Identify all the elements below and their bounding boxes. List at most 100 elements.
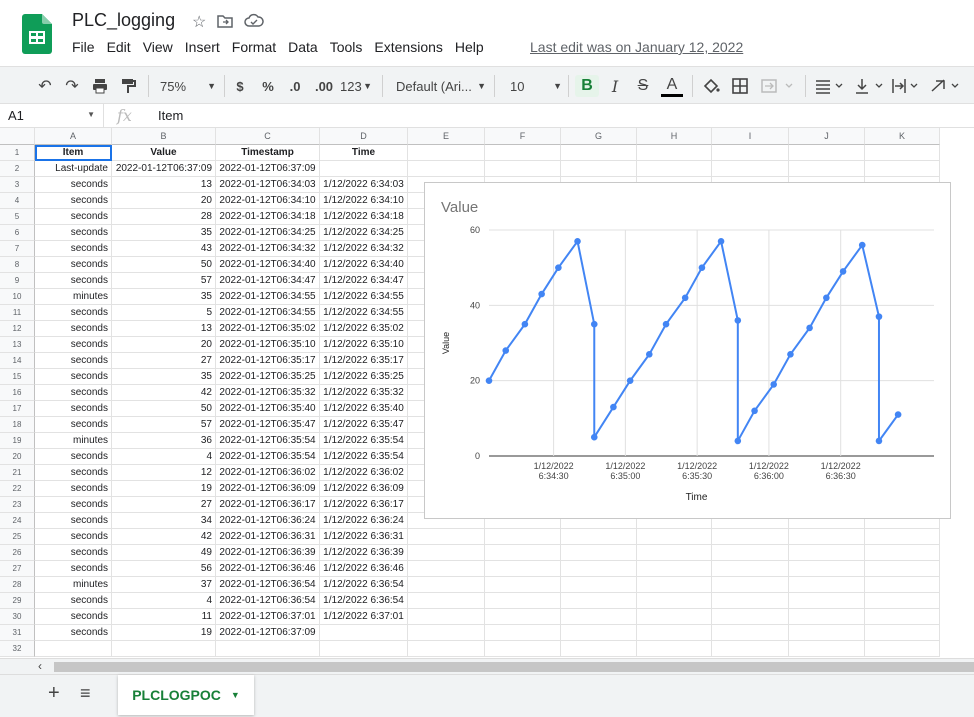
data-cell[interactable]: 2022-01-12T06:34:40 bbox=[216, 257, 320, 273]
data-cell[interactable]: minutes bbox=[35, 289, 112, 305]
data-cell[interactable]: 57 bbox=[112, 273, 216, 289]
empty-cell[interactable] bbox=[561, 593, 637, 609]
empty-cell[interactable] bbox=[561, 609, 637, 625]
row-header[interactable]: 16 bbox=[0, 385, 35, 401]
data-cell[interactable]: seconds bbox=[35, 337, 112, 353]
data-cell[interactable]: 1/12/2022 6:35:32 bbox=[320, 385, 408, 401]
data-cell[interactable]: seconds bbox=[35, 401, 112, 417]
header-cell[interactable]: Timestamp bbox=[216, 145, 320, 161]
data-cell[interactable]: 19 bbox=[112, 625, 216, 641]
empty-cell[interactable] bbox=[112, 641, 216, 657]
horizontal-scrollbar[interactable]: ‹ bbox=[0, 658, 974, 674]
merge-cells-icon[interactable] bbox=[760, 75, 796, 97]
sheet-grid[interactable]: A B C D E F G H I J K 1 Item Value Timestamp Time 2 Last-… bbox=[0, 128, 974, 658]
bold-button[interactable]: B bbox=[575, 75, 599, 97]
row-header[interactable]: 23 bbox=[0, 497, 35, 513]
empty-cell[interactable] bbox=[408, 145, 485, 161]
data-cell[interactable]: 1/12/2022 6:36:54 bbox=[320, 593, 408, 609]
text-rotation-icon[interactable] bbox=[930, 75, 964, 97]
data-cell[interactable]: seconds bbox=[35, 593, 112, 609]
data-cell[interactable]: 2022-01-12T06:37:01 bbox=[216, 609, 320, 625]
row-header[interactable]: 2 bbox=[0, 161, 35, 177]
data-cell[interactable] bbox=[320, 161, 408, 177]
row-header[interactable]: 27 bbox=[0, 561, 35, 577]
data-cell[interactable]: 11 bbox=[112, 609, 216, 625]
data-cell[interactable]: 1/12/2022 6:35:17 bbox=[320, 353, 408, 369]
data-cell[interactable]: 1/12/2022 6:34:55 bbox=[320, 305, 408, 321]
row-header[interactable]: 13 bbox=[0, 337, 35, 353]
data-cell[interactable]: 42 bbox=[112, 385, 216, 401]
data-cell[interactable]: minutes bbox=[35, 577, 112, 593]
row-header[interactable]: 5 bbox=[0, 209, 35, 225]
redo-icon[interactable]: ↷ bbox=[63, 75, 81, 97]
data-cell[interactable]: 1/12/2022 6:36:39 bbox=[320, 545, 408, 561]
data-cell[interactable]: minutes bbox=[35, 433, 112, 449]
row-header[interactable]: 8 bbox=[0, 257, 35, 273]
data-cell[interactable]: 2022-01-12T06:35:17 bbox=[216, 353, 320, 369]
header-cell[interactable]: Time bbox=[320, 145, 408, 161]
data-cell[interactable]: seconds bbox=[35, 369, 112, 385]
empty-cell[interactable] bbox=[789, 561, 865, 577]
data-cell[interactable]: 1/12/2022 6:35:54 bbox=[320, 449, 408, 465]
empty-cell[interactable] bbox=[712, 641, 789, 657]
empty-cell[interactable] bbox=[408, 641, 485, 657]
data-cell[interactable]: 34 bbox=[112, 513, 216, 529]
empty-cell[interactable] bbox=[561, 545, 637, 561]
data-cell[interactable]: 27 bbox=[112, 497, 216, 513]
data-cell[interactable]: 1/12/2022 6:34:25 bbox=[320, 225, 408, 241]
data-cell[interactable]: 2022-01-12T06:36:09 bbox=[216, 481, 320, 497]
menu-file[interactable]: File bbox=[72, 39, 101, 55]
data-cell[interactable]: 2022-01-12T06:35:40 bbox=[216, 401, 320, 417]
data-cell[interactable]: seconds bbox=[35, 545, 112, 561]
empty-cell[interactable] bbox=[865, 145, 940, 161]
menu-insert[interactable]: Insert bbox=[185, 39, 226, 55]
empty-cell[interactable] bbox=[712, 609, 789, 625]
text-wrapping-icon[interactable] bbox=[891, 75, 923, 97]
data-cell[interactable]: 2022-01-12T06:35:10 bbox=[216, 337, 320, 353]
empty-cell[interactable] bbox=[637, 609, 712, 625]
data-cell[interactable]: 2022-01-12T06:35:32 bbox=[216, 385, 320, 401]
data-cell[interactable]: 2022-01-12T06:36:39 bbox=[216, 545, 320, 561]
empty-cell[interactable] bbox=[408, 577, 485, 593]
document-title[interactable]: PLC_logging bbox=[72, 10, 175, 31]
data-cell[interactable]: 2022-01-12T06:35:54 bbox=[216, 433, 320, 449]
row-header[interactable]: 19 bbox=[0, 433, 35, 449]
scrollbar-thumb[interactable] bbox=[54, 662, 974, 672]
empty-cell[interactable] bbox=[712, 577, 789, 593]
font-select[interactable]: Default (Ari... ▼ bbox=[396, 75, 486, 97]
data-cell[interactable]: 2022-01-12T06:35:54 bbox=[216, 449, 320, 465]
empty-cell[interactable] bbox=[712, 529, 789, 545]
data-cell[interactable]: 2022-01-12T06:37:09 bbox=[216, 161, 320, 177]
row-header[interactable]: 4 bbox=[0, 193, 35, 209]
menu-data[interactable]: Data bbox=[288, 39, 324, 55]
data-cell[interactable]: 50 bbox=[112, 257, 216, 273]
data-cell[interactable]: seconds bbox=[35, 465, 112, 481]
empty-cell[interactable] bbox=[789, 145, 865, 161]
data-cell[interactable]: 2022-01-12T06:36:54 bbox=[216, 577, 320, 593]
data-cell[interactable]: 2022-01-12T06:37:09 bbox=[112, 161, 216, 177]
data-cell[interactable]: 37 bbox=[112, 577, 216, 593]
row-header[interactable]: 26 bbox=[0, 545, 35, 561]
empty-cell[interactable] bbox=[408, 529, 485, 545]
empty-cell[interactable] bbox=[789, 545, 865, 561]
row-header[interactable]: 11 bbox=[0, 305, 35, 321]
row-header[interactable]: 1 bbox=[0, 145, 35, 161]
data-cell[interactable]: 1/12/2022 6:35:25 bbox=[320, 369, 408, 385]
empty-cell[interactable] bbox=[35, 641, 112, 657]
data-cell[interactable]: 35 bbox=[112, 289, 216, 305]
italic-button[interactable]: I bbox=[606, 75, 624, 97]
data-cell[interactable]: 1/12/2022 6:34:32 bbox=[320, 241, 408, 257]
empty-cell[interactable] bbox=[865, 545, 940, 561]
data-cell[interactable]: 1/12/2022 6:34:03 bbox=[320, 177, 408, 193]
data-cell[interactable]: 4 bbox=[112, 449, 216, 465]
row-header[interactable]: 18 bbox=[0, 417, 35, 433]
empty-cell[interactable] bbox=[789, 609, 865, 625]
data-cell[interactable]: 49 bbox=[112, 545, 216, 561]
empty-cell[interactable] bbox=[789, 625, 865, 641]
data-cell[interactable]: 2022-01-12T06:34:10 bbox=[216, 193, 320, 209]
empty-cell[interactable] bbox=[408, 561, 485, 577]
empty-cell[interactable] bbox=[637, 545, 712, 561]
row-header[interactable]: 31 bbox=[0, 625, 35, 641]
empty-cell[interactable] bbox=[789, 577, 865, 593]
empty-cell[interactable] bbox=[637, 577, 712, 593]
